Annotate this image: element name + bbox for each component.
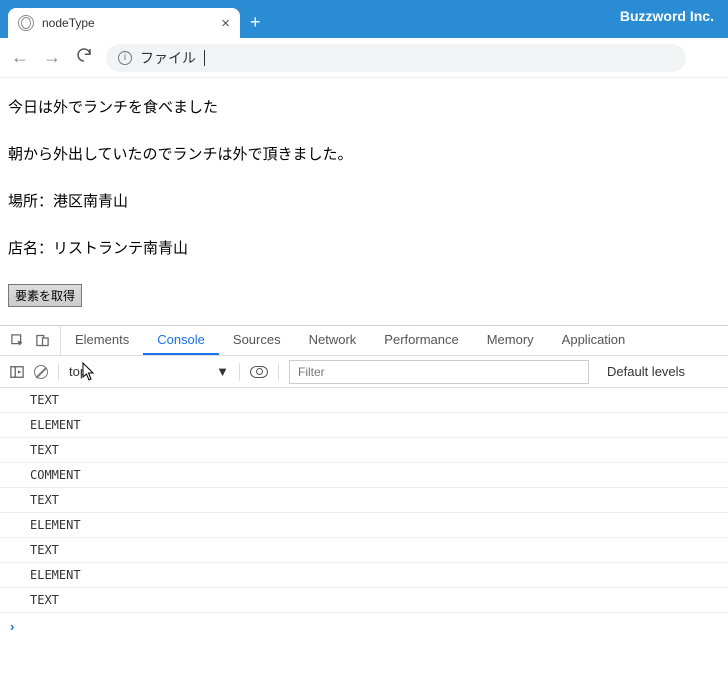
inspect-icon[interactable] (10, 333, 25, 348)
new-tab-button[interactable]: + (250, 12, 261, 33)
page-heading: 今日は外でランチを食べました (8, 96, 720, 117)
sidebar-toggle-icon[interactable] (10, 365, 24, 379)
tab-application[interactable]: Application (548, 326, 640, 355)
chevron-down-icon: ▼ (216, 364, 229, 379)
tab-title: nodeType (42, 16, 213, 30)
console-prompt[interactable]: › (0, 613, 728, 639)
close-icon[interactable]: × (221, 16, 230, 31)
devtools-tabs: Elements Console Sources Network Perform… (61, 326, 639, 355)
log-levels[interactable]: Default levels (607, 364, 685, 379)
forward-button[interactable]: → (42, 47, 62, 68)
tab-network[interactable]: Network (295, 326, 371, 355)
console-log-row: TEXT (0, 538, 728, 563)
chevron-right-icon: › (10, 619, 14, 634)
filter-input[interactable] (289, 360, 589, 384)
reload-icon (75, 46, 93, 64)
console-log-row: ELEMENT (0, 513, 728, 538)
context-value: top (69, 364, 87, 379)
devtools-header: Elements Console Sources Network Perform… (0, 326, 728, 356)
page-content: 今日は外でランチを食べました 朝から外出していたのでランチは外で頂きました。 場… (0, 78, 728, 325)
page-text: 場所：港区南青山 (8, 190, 720, 211)
tab-memory[interactable]: Memory (473, 326, 548, 355)
address-text: ファイル (140, 48, 196, 68)
console-log-row: COMMENT (0, 463, 728, 488)
tab-performance[interactable]: Performance (370, 326, 472, 355)
console-log-row: ELEMENT (0, 563, 728, 588)
address-bar[interactable]: i ファイル (106, 44, 686, 72)
browser-tab[interactable]: nodeType × (8, 8, 240, 38)
tab-console[interactable]: Console (143, 326, 219, 355)
console-log-row: TEXT (0, 388, 728, 413)
separator (239, 363, 240, 381)
browser-title-bar: nodeType × + Buzzword Inc. (0, 0, 728, 38)
info-icon: i (118, 51, 132, 65)
console-toolbar: top ▼ Default levels (0, 356, 728, 388)
reload-button[interactable] (74, 46, 94, 69)
console-log-list: TEXTELEMENTTEXTCOMMENTTEXTELEMENTTEXTELE… (0, 388, 728, 613)
devtools-header-left (0, 326, 61, 355)
console-log-row: TEXT (0, 588, 728, 613)
console-log-row: ELEMENT (0, 413, 728, 438)
console-log-row: TEXT (0, 438, 728, 463)
globe-icon (18, 15, 34, 31)
console-log-row: TEXT (0, 488, 728, 513)
back-button[interactable]: ← (10, 47, 30, 68)
context-selector[interactable]: top ▼ (69, 364, 229, 379)
clear-console-icon[interactable] (34, 365, 48, 379)
text-cursor (204, 50, 205, 66)
tab-elements[interactable]: Elements (61, 326, 143, 355)
eye-icon[interactable] (250, 366, 268, 378)
browser-toolbar: ← → i ファイル (0, 38, 728, 78)
page-text: 朝から外出していたのでランチは外で頂きました。 (8, 143, 720, 164)
separator (58, 363, 59, 381)
devtools-panel: Elements Console Sources Network Perform… (0, 325, 728, 639)
separator (278, 363, 279, 381)
device-toggle-icon[interactable] (35, 333, 50, 348)
page-text: 店名：リストランテ南青山 (8, 237, 720, 258)
tab-sources[interactable]: Sources (219, 326, 295, 355)
get-elements-button[interactable]: 要素を取得 (8, 284, 82, 307)
brand-name: Buzzword Inc. (620, 8, 714, 24)
